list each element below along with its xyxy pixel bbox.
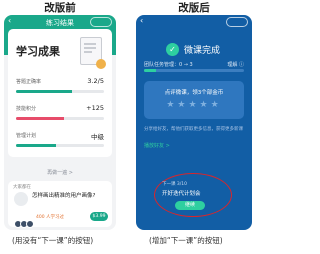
completion-status: 微课完成 <box>184 46 221 56</box>
stat-row-skill: 技能积分 +125 <box>16 104 104 112</box>
course-thumbnail <box>14 192 28 206</box>
result-card-title: 学习成果 <box>16 45 60 58</box>
next-lesson-title: 开好迭代计划会 <box>162 191 201 197</box>
stat-label: 管理计划 <box>16 133 37 139</box>
medal-icon <box>96 59 106 69</box>
learner-avatars <box>14 213 34 230</box>
after-phone-screen: ‹ ✓ 微课完成 团队任务管理：0 → 3 理解 ⓘ 点评微课，领3个部金币 ★… <box>136 15 252 230</box>
progress-bar-skill <box>16 117 104 120</box>
stat-label: 技能积分 <box>16 106 37 112</box>
back-arrow-icon[interactable]: ‹ <box>140 16 143 25</box>
learner-count: 400 人学习过 <box>36 215 65 220</box>
share-description: 分享给好友，帮他们获取更多信息，获得更多新课 <box>144 127 243 132</box>
team-progress-bar <box>144 69 244 72</box>
team-task-label: 团队任务管理：0 → 3 <box>144 62 193 68</box>
team-task-info[interactable]: 理解 ⓘ <box>227 61 244 68</box>
rating-prompt: 点评微课，领3个部金币 <box>164 90 224 96</box>
after-header: 改版后 <box>178 2 210 14</box>
share-link[interactable]: 播放好友 > <box>144 142 170 149</box>
progress-bar-plan <box>16 144 104 147</box>
course-title: 怎样画出精准的用户画像? <box>32 193 96 199</box>
team-task-row: 团队任务管理：0 → 3 理解 ⓘ <box>144 61 244 68</box>
capsule-menu-icon[interactable] <box>226 17 248 27</box>
stat-value: +125 <box>86 104 104 112</box>
recommend-label: 大家都在 <box>13 185 31 190</box>
star-rating[interactable]: ★★★★★ <box>144 100 244 110</box>
before-header: 改版前 <box>44 2 76 14</box>
progress-bar-accuracy <box>16 90 104 93</box>
price-button[interactable]: $3.99 <box>90 212 108 221</box>
rating-card: 点评微课，领3个部金币 ★★★★★ <box>144 81 244 119</box>
check-circle-icon: ✓ <box>166 43 179 56</box>
stat-label: 答题正确率 <box>16 79 42 85</box>
before-caption: (用没有“下一课”的按钮) <box>12 236 94 245</box>
next-lesson-label: 下一课 3/10 <box>162 182 188 187</box>
redo-link[interactable]: 再做一遍 > <box>4 169 116 176</box>
capsule-menu-icon[interactable] <box>90 17 112 27</box>
stat-value: 3.2/5 <box>87 77 104 85</box>
stat-row-plan: 管理计划 中级 <box>16 132 104 141</box>
stat-value: 中级 <box>91 133 104 141</box>
before-phone-screen: ‹ 练习结果 学习成果 答题正确率 3.2/5 技能积分 +125 管理计划 中… <box>4 15 116 230</box>
certificate-icon <box>80 37 106 69</box>
result-card: 学习成果 答题正确率 3.2/5 技能积分 +125 管理计划 中级 <box>8 29 112 157</box>
recommended-course-card[interactable]: 大家都在 怎样画出精准的用户画像? 400 人学习过 $3.99 <box>8 181 112 230</box>
stat-row-accuracy: 答题正确率 3.2/5 <box>16 77 104 85</box>
continue-button[interactable]: 继续 <box>175 201 205 210</box>
after-caption: (增加“下一课”的按钮) <box>149 236 223 245</box>
